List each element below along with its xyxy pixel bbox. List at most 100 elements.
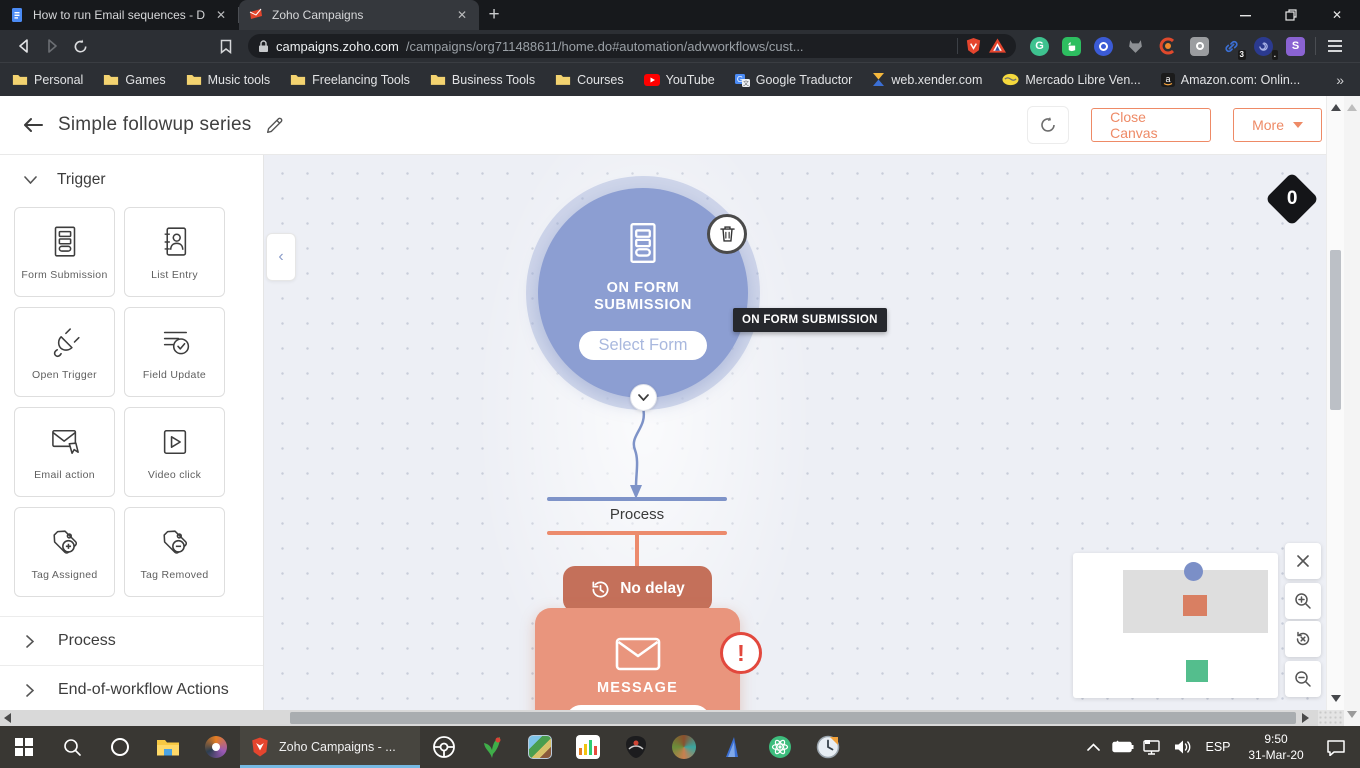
zoom-reset-button[interactable] (1285, 621, 1321, 657)
tile-field-update[interactable]: Field Update (124, 307, 225, 397)
target-extension-icon[interactable] (1094, 37, 1113, 56)
battery-status[interactable] (1110, 726, 1136, 768)
workflow-canvas[interactable]: ‹ ON FORM SUBMISSION Select Form ON FORM… (264, 155, 1326, 710)
tile-email-action[interactable]: Email action (14, 407, 115, 497)
scroll-right-arrow[interactable] (1302, 713, 1309, 723)
app-clock[interactable] (804, 726, 852, 768)
zoom-out-button[interactable] (1285, 661, 1321, 697)
outer-vertical-scrollbar[interactable] (1344, 96, 1360, 726)
scroll-down-arrow[interactable] (1331, 695, 1341, 702)
wolf-extension-icon[interactable] (1126, 37, 1145, 56)
scroll-left-arrow[interactable] (4, 713, 11, 723)
refresh-canvas-button[interactable] (1027, 106, 1069, 144)
close-window-button[interactable]: ✕ (1314, 0, 1360, 30)
more-button[interactable]: More (1233, 108, 1322, 142)
app-plant[interactable] (468, 726, 516, 768)
tile-video-click[interactable]: Video click (124, 407, 225, 497)
restore-button[interactable] (1268, 0, 1314, 30)
bookmark-label: Business Tools (452, 73, 535, 87)
section-end-of-workflow[interactable]: End-of-workflow Actions (0, 666, 263, 710)
horizontal-scrollbar[interactable] (0, 710, 1344, 726)
section-trigger[interactable]: Trigger (0, 171, 263, 189)
expand-node-chevron[interactable] (630, 384, 657, 411)
bookmarks-overflow-chevron[interactable]: » (1336, 72, 1348, 88)
vertical-scrollbar[interactable] (1326, 96, 1344, 710)
tab-zoho-campaigns[interactable]: Zoho Campaigns ✕ (239, 0, 479, 30)
minimize-button[interactable] (1222, 0, 1268, 30)
language-indicator[interactable]: ESP (1200, 740, 1236, 754)
app-atom[interactable] (756, 726, 804, 768)
delete-node-button[interactable] (707, 214, 747, 254)
tray-chevron-up[interactable] (1080, 726, 1106, 768)
minimap-close-button[interactable] (1285, 543, 1321, 579)
bookmark-google-traductor[interactable]: G文Google Traductor (735, 72, 853, 87)
scroll-up-arrow[interactable] (1331, 104, 1341, 111)
back-arrow-icon[interactable] (22, 117, 44, 133)
vertical-scroll-thumb[interactable] (1330, 250, 1341, 410)
volume-status[interactable] (1170, 726, 1196, 768)
back-icon[interactable] (10, 32, 38, 60)
app-shell[interactable] (660, 726, 708, 768)
file-explorer-button[interactable] (144, 726, 192, 768)
close-canvas-button[interactable]: Close Canvas (1091, 108, 1211, 142)
forward-icon[interactable] (38, 32, 66, 60)
tab-close-icon[interactable]: ✕ (213, 8, 229, 22)
clock-date[interactable]: 9:50 31-Mar-20 (1240, 731, 1312, 763)
cortana-button[interactable] (96, 726, 144, 768)
warning-badge[interactable]: ! (720, 632, 762, 674)
address-bar[interactable]: campaigns.zoho.com /campaigns/org7114886… (248, 34, 1016, 58)
edit-pencil-icon[interactable] (264, 114, 286, 136)
scroll-down-arrow[interactable] (1347, 711, 1357, 718)
bookmark-amazon[interactable]: aAmazon.com: Onlin... (1161, 73, 1301, 87)
s-extension-icon[interactable]: S (1286, 37, 1305, 56)
minimap-panel[interactable] (1073, 553, 1278, 698)
tile-form-submission[interactable]: Form Submission (14, 207, 115, 297)
bookmark-folder-personal[interactable]: Personal (12, 73, 83, 87)
camera-extension-icon[interactable] (1190, 37, 1209, 56)
app-guitar-pick[interactable] (612, 726, 660, 768)
app-steering-wheel[interactable] (420, 726, 468, 768)
horizontal-scroll-thumb[interactable] (290, 712, 1296, 724)
evernote-extension-icon[interactable] (1062, 37, 1081, 56)
app-pixel-game[interactable] (516, 726, 564, 768)
link-extension-icon[interactable]: 3 (1222, 37, 1241, 56)
tab-docs[interactable]: How to run Email sequences - Doc ✕ (0, 0, 238, 30)
network-status[interactable] (1140, 726, 1166, 768)
tile-tag-assigned[interactable]: Tag Assigned (14, 507, 115, 597)
brave-rewards-triangle-icon[interactable] (989, 38, 1006, 54)
select-form-button[interactable]: Select Form (579, 331, 707, 360)
action-center-button[interactable] (1316, 726, 1356, 768)
grammarly-extension-icon[interactable]: G (1030, 37, 1049, 56)
taskbar-search-button[interactable] (48, 726, 96, 768)
browser-menu-icon[interactable] (1320, 40, 1350, 52)
bookmark-folder-business-tools[interactable]: Business Tools (430, 73, 535, 87)
tab-close-icon[interactable]: ✕ (454, 8, 470, 22)
brave-shield-icon[interactable] (965, 37, 982, 55)
tile-list-entry[interactable]: List Entry (124, 207, 225, 297)
zoom-in-button[interactable] (1285, 583, 1321, 619)
bookmark-folder-freelancing-tools[interactable]: Freelancing Tools (290, 73, 410, 87)
sidebar-collapse-toggle[interactable]: ‹ (266, 233, 296, 281)
tile-open-trigger[interactable]: Open Trigger (14, 307, 115, 397)
bookmark-folder-music-tools[interactable]: Music tools (186, 73, 271, 87)
tile-tag-removed[interactable]: Tag Removed (124, 507, 225, 597)
bookmark-folder-games[interactable]: Games (103, 73, 165, 87)
app-equalizer[interactable] (564, 726, 612, 768)
bookmark-mercado-libre[interactable]: Mercado Libre Ven... (1002, 73, 1140, 87)
bookmark-youtube[interactable]: YouTube (644, 73, 715, 87)
no-delay-badge[interactable]: No delay (563, 566, 712, 612)
colorzilla-extension-icon[interactable] (1158, 37, 1177, 56)
new-tab-button[interactable]: + (479, 0, 509, 30)
app-sail[interactable] (708, 726, 756, 768)
bookmark-folder-courses[interactable]: Courses (555, 73, 624, 87)
taskbar-active-task[interactable]: Zoho Campaigns - ... (240, 726, 420, 768)
start-button[interactable] (0, 726, 48, 768)
scroll-up-arrow[interactable] (1347, 104, 1357, 111)
bookmark-icon[interactable] (212, 32, 240, 60)
reload-icon[interactable] (66, 32, 94, 60)
bookmark-xender[interactable]: web.xender.com (872, 72, 982, 87)
media-player-button[interactable] (192, 726, 240, 768)
section-process[interactable]: Process (0, 617, 263, 665)
message-node[interactable]: MESSAGE Create Message (535, 608, 740, 710)
spiral-extension-icon[interactable]: . (1254, 37, 1273, 56)
